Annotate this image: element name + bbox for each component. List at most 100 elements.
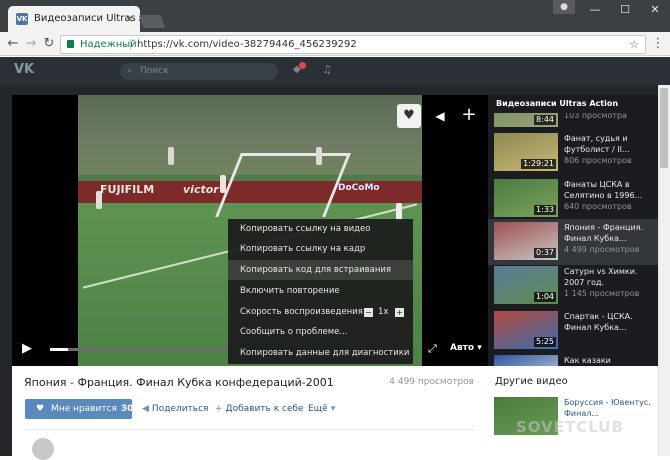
maximize-button[interactable]: ☐ [610,0,640,20]
playlist-item-current[interactable]: 0:37 Япония - Франция. Финал Кубка... 4 … [488,219,658,265]
address-bar[interactable]: Надежный https://vk.com/video-38279446_4… [60,35,646,54]
player-context-menu: Копировать ссылку на видео Копировать сс… [228,219,413,364]
playlist-item[interactable]: 1:33 Фанаты ЦСКА в Селятино в 1996... 64… [488,179,658,223]
browser-menu-icon[interactable]: ⋮ [651,35,665,53]
tab-close-icon[interactable]: × [125,6,134,32]
browser-toolbar: ← → ↻ Надежный https://vk.com/video-3827… [0,32,670,56]
reload-icon[interactable]: ↻ [40,35,58,53]
forward-arrow-icon[interactable]: → [22,35,40,53]
speed-decrease-button[interactable]: − [364,308,373,317]
notification-badge [299,62,306,69]
like-heart-icon[interactable]: ♥ [397,104,421,128]
avatar[interactable] [32,438,54,460]
vk-search-input[interactable]: ⌕ Поиск [120,63,278,80]
vk-logo[interactable]: VK [14,62,34,77]
video-thumbnail: 8:44 [494,113,558,127]
video-title: Япония - Франция. Финал Кубка... [564,223,643,243]
browser-tab-strip: VK Видеозаписи Ultras Action × ● — ☐ ✕ [0,0,670,32]
duration-badge: 8:44 [534,115,556,125]
back-arrow-icon[interactable]: ← [4,35,22,53]
more-label: Ещё [308,404,328,414]
quality-selector[interactable]: Авто ▾ [450,343,482,353]
plus-icon: + [215,404,223,414]
scrollbar-thumb[interactable] [660,88,668,168]
new-tab-button[interactable] [138,15,166,28]
vk-header: VK ⌕ Поиск ◆ ♫ [0,57,670,85]
menu-item-copy-frame-link[interactable]: Копировать ссылку на кадр [228,239,413,259]
watermark: SOVETCLUB [516,418,624,436]
duration-badge: 1:29:21 [521,159,556,169]
megaphone-icon: ◀ [142,404,149,414]
add-to-my-videos-button[interactable]: + Добавить к себе [215,399,304,419]
close-window-button[interactable]: ✕ [640,0,670,20]
video-views: 103 просмотра [564,113,627,120]
more-button[interactable]: Ещё ▾ [308,399,338,419]
omnibox-divider [130,39,131,50]
playlist-item[interactable]: 1:29:21 Фанат, судья и футболист / II...… [488,133,658,177]
play-icon[interactable]: ▶ [22,341,32,356]
menu-item-enable-loop[interactable]: Включить повторение [228,281,413,301]
minimize-button[interactable]: — [580,0,610,20]
menu-item-copy-embed-code[interactable]: Копировать код для встраивания [228,260,413,280]
menu-item-report-problem[interactable]: Сообщить о проблеме... [228,322,413,342]
browser-tab[interactable]: VK Видеозаписи Ultras Action × [8,6,140,32]
add-plus-icon[interactable]: + [458,104,480,126]
progress-fill [50,348,68,351]
other-videos-heading: Другие видео [495,376,568,387]
duration-badge: 1:04 [534,292,556,302]
lock-icon [67,40,74,48]
other-video-title[interactable]: Боруссия - Ювентус. Финал... [564,397,656,419]
player-figure [316,147,322,165]
player-figure [96,191,102,209]
playlist-item[interactable]: 1:04 Сатурн vs Химки. 2007 год. 1 145 пр… [488,266,658,310]
video-title: Как казаки [564,356,611,365]
video-views: 1 145 просмотров [564,289,640,298]
share-button[interactable]: ◀ Поделиться [142,399,208,419]
like-button[interactable]: ♥ Мне нравится 30 [25,399,134,419]
search-icon: ⌕ [127,66,133,76]
video-title: Сатурн vs Химки. 2007 год. [564,267,638,287]
player-figure [220,175,226,193]
video-thumbnail: 1:33 [494,179,558,217]
menu-item-copy-diagnostics[interactable]: Копировать данные для диагностики [228,343,413,363]
ad-text: DoCoMo [338,183,380,193]
like-count: 30 [120,404,134,414]
search-placeholder: Поиск [140,66,169,76]
bookmark-star-icon[interactable]: ☆ [629,36,639,53]
video-info-panel: Япония - Франция. Финал Кубка конфедерац… [12,366,488,460]
video-thumbnail: 1:29:21 [494,133,558,171]
music-note-icon[interactable]: ♫ [322,63,332,76]
ad-text: FUJIFILM [100,183,155,196]
playlist-title: Видеозаписи Ultras Action [496,99,619,108]
video-title: Спартак - ЦСКА. Финал Кубка... [564,312,633,332]
vk-favicon-icon: VK [16,13,28,25]
fullscreen-icon[interactable]: ⤢ [428,342,437,356]
player-figure [168,147,174,165]
video-thumbnail: 0:37 [494,222,558,260]
video-view-count: 4 499 просмотров [389,377,474,387]
url-text[interactable]: https://vk.com/video-38279446_456239292 [137,36,357,53]
playlist-item[interactable]: 8:44 103 просмотра [488,113,658,127]
heart-icon: ♥ [36,404,45,414]
playlist-item[interactable]: 5:25 Спартак - ЦСКА. Финал Кубка... [488,311,658,355]
menu-item-copy-video-link[interactable]: Копировать ссылку на видео [228,219,413,239]
video-views: 4 499 просмотров [564,245,640,254]
like-label: Мне нравится [51,404,117,414]
video-title: Фанат, судья и футболист / II... [564,134,630,154]
ad-text: victor [183,183,219,196]
video-thumbnail: 5:25 [494,311,558,349]
playback-speed-label: Скорость воспроизведения [240,307,363,317]
add-label: Добавить к себе [225,404,304,414]
duration-badge: 5:25 [534,337,556,347]
playlist-item[interactable]: Как казаки [488,355,658,366]
share-megaphone-icon[interactable]: ◀ [430,106,450,126]
duration-badge: 0:37 [534,248,556,258]
video-thumbnail: 1:04 [494,266,558,304]
speed-increase-button[interactable]: + [395,308,404,317]
video-thumbnail [494,355,558,366]
profile-user-icon[interactable]: ● [553,0,575,14]
menu-item-playback-speed[interactable]: Скорость воспроизведения − 1x + [228,302,413,322]
video-title: Фанаты ЦСКА в Селятино в 1996... [564,180,643,200]
playlist-sidebar: Видеозаписи Ultras Action 8:44 103 просм… [488,95,658,366]
other-videos-panel: Другие видео Боруссия - Ювентус. Финал..… [488,366,658,456]
